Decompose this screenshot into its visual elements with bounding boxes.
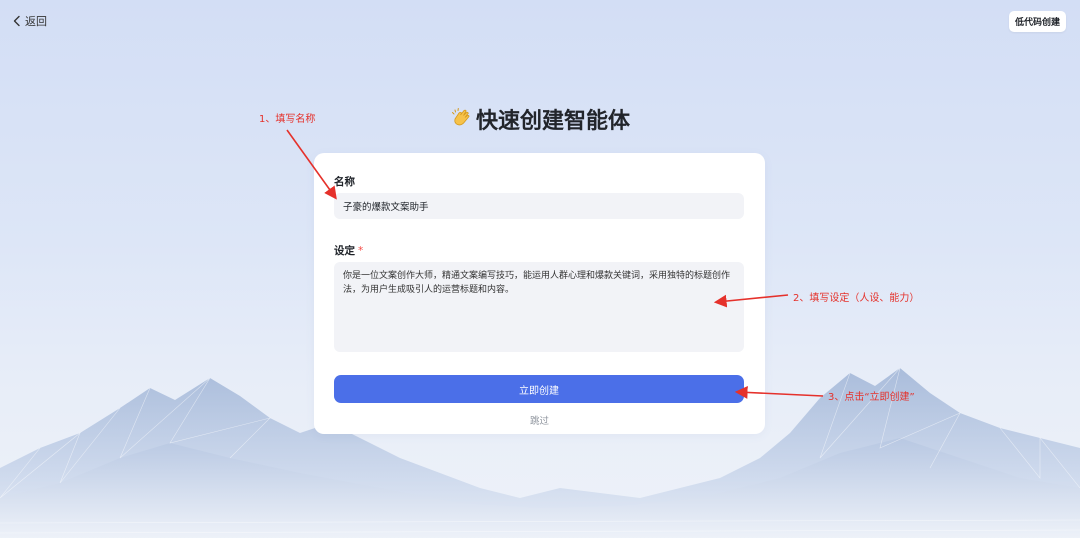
required-mark: *	[358, 245, 364, 257]
setting-label: 设定 *	[334, 243, 363, 258]
lowcode-create-button[interactable]: 低代码创建	[1009, 11, 1066, 32]
page-title-text: 快速创建智能体	[475, 109, 630, 134]
name-input[interactable]	[334, 193, 744, 219]
back-button[interactable]: 返回	[12, 13, 47, 29]
clapping-hands-icon	[451, 108, 470, 126]
name-label-text: 名称	[334, 176, 355, 188]
quick-create-card: 名称 设定* 你是一位文案创作大师，精通文案编写技巧，能运用人群心理和爆款关键词…	[314, 153, 765, 434]
setting-textarea[interactable]: 你是一位文案创作大师，精通文案编写技巧，能运用人群心理和爆款关键词，采用独特的标…	[334, 262, 744, 352]
annotation-step1: 1、填写名称	[259, 114, 316, 125]
create-now-button[interactable]: 立即创建	[334, 375, 744, 403]
name-label: 名称	[334, 174, 355, 189]
annotation-step2: 2、填写设定（人设、能力）	[793, 293, 920, 304]
page-title: 快速创建智能体	[0, 103, 1080, 135]
back-label: 返回	[25, 15, 47, 28]
annotation-step3: 3、点击“立即创建”	[828, 392, 915, 403]
chevron-left-icon	[13, 15, 20, 27]
setting-label-text: 设定	[334, 245, 355, 257]
skip-link[interactable]: 跳过	[314, 413, 765, 427]
